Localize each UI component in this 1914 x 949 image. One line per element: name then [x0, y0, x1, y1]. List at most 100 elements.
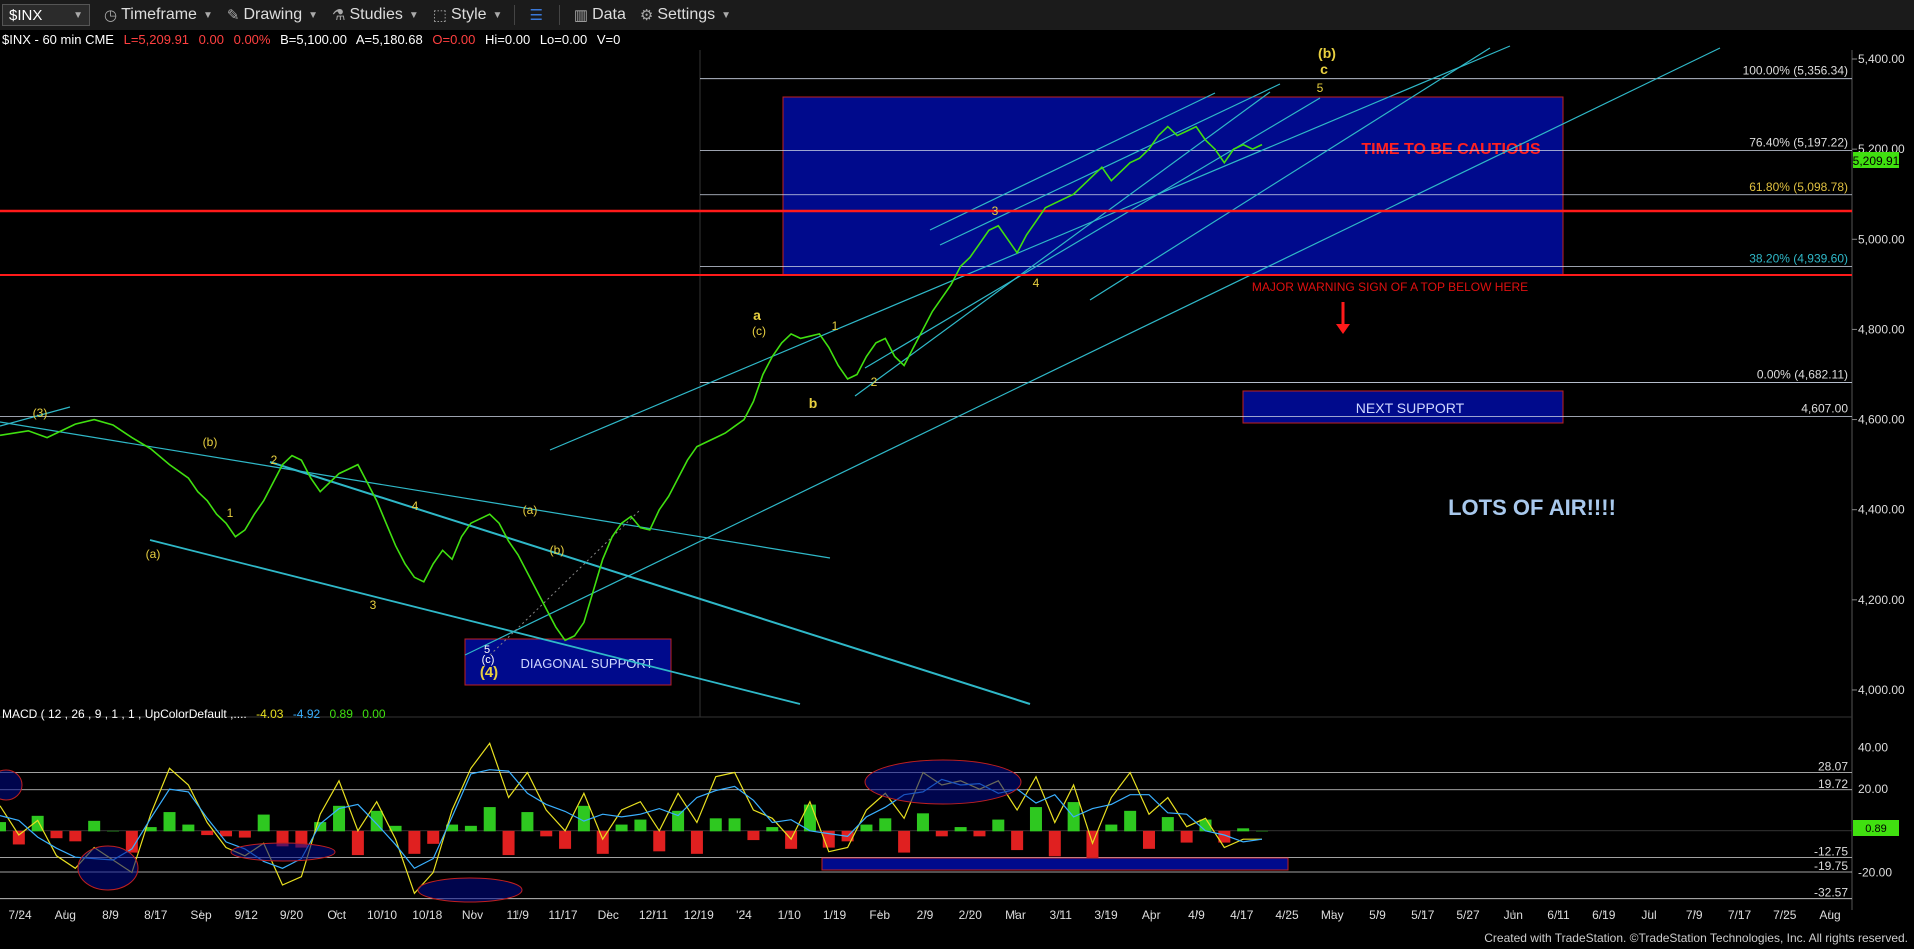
lo-label: Lo=0.00	[540, 32, 587, 47]
macd-histogram-bar	[559, 830, 572, 849]
macd-support-box	[821, 857, 1289, 871]
x-tick-label: 10/18	[412, 908, 442, 922]
wave-label: a	[753, 307, 761, 323]
svg-text:$INX - 60 min CME L=5,209: $INX - 60 min CME L=5,209.91 0.00 0.00% …	[2, 32, 620, 47]
toolbar: $INX ▼ ◷ Timeframe ▼ ✎ Drawing ▼ ⚗ Studi…	[0, 0, 1914, 31]
drawing-label: Drawing	[243, 6, 303, 23]
macd-histogram-bar	[1048, 830, 1061, 857]
macd-ellipse	[77, 845, 139, 891]
x-tick-label: 5/9	[1369, 908, 1386, 922]
x-tick-label: 3/11	[1050, 908, 1073, 922]
x-tick-label: 7/17	[1728, 908, 1752, 922]
macd-histogram-bar	[879, 818, 892, 832]
price-tick-label: 4,200.00	[1858, 593, 1905, 607]
x-tick-label: 6/19	[1592, 908, 1616, 922]
settings-label: Settings	[657, 6, 716, 23]
macd-histogram-bar	[860, 824, 873, 832]
toolbar-divider	[558, 5, 560, 25]
macd-histogram-bar	[107, 830, 120, 832]
ask-label: A=5,180.68	[356, 32, 423, 47]
flask-icon: ⚗	[332, 7, 346, 24]
macd-current-label: 0.89	[1865, 823, 1886, 835]
macd-histogram-bar	[502, 830, 515, 856]
chevron-down-icon: ▼	[308, 9, 319, 21]
drawing-menu[interactable]: ✎ Drawing ▼	[227, 6, 318, 24]
gear-icon: ⚙	[639, 7, 654, 24]
data-menu[interactable]: ▥ Data	[574, 6, 626, 24]
macd-histogram-bar	[596, 830, 609, 854]
layout-button[interactable]: ☰	[529, 6, 546, 24]
clock-icon: ◷	[104, 7, 118, 24]
x-tick-label: 12/11	[639, 908, 668, 922]
price-chart[interactable]: $INX - 60 min CME L=5,209.91 0.00 0.00% …	[0, 30, 1914, 949]
macd-level-label: 19.72	[1818, 777, 1848, 791]
timeframe-menu[interactable]: ◷ Timeframe ▼	[104, 6, 213, 24]
toolbar-divider	[514, 5, 516, 25]
macd-histogram-bar	[1142, 830, 1155, 849]
macd-histogram-bar	[935, 830, 948, 837]
macd-histogram-bar	[709, 818, 722, 832]
price-tick-label: 5,400.00	[1858, 52, 1905, 66]
x-tick-label: 9/20	[280, 908, 304, 922]
macd-histogram-bar	[1256, 830, 1268, 832]
caution-box-label: TIME TO BE CAUTIOUS	[1361, 141, 1541, 158]
macd-histogram-bar	[1180, 830, 1193, 843]
macd-histogram-bar	[954, 827, 967, 832]
x-tick-label: Feb	[869, 908, 890, 922]
open-label: O=0.00	[432, 32, 475, 47]
symbol-text: $INX	[9, 6, 43, 24]
timeframe-label: Timeframe	[121, 6, 197, 23]
macd-histogram-bar	[747, 830, 760, 841]
settings-menu[interactable]: ⚙ Settings ▼	[640, 6, 731, 24]
fib-level-label: 0.00% (4,682.11)	[1757, 368, 1848, 382]
macd-histogram-bar	[690, 830, 703, 854]
x-tick-label: Nov	[462, 908, 483, 922]
x-tick-label: '24	[736, 908, 752, 922]
wave-label: 4	[412, 499, 419, 513]
fib-level-label: 38.20% (4,939.60)	[1749, 252, 1848, 266]
macd-histogram-bar	[427, 830, 440, 844]
macd-histogram-bar	[540, 830, 553, 837]
symbol-input[interactable]: $INX ▼	[2, 4, 90, 26]
x-tick-label: 4/25	[1275, 908, 1299, 922]
wave-label: (b)	[203, 435, 218, 449]
macd-histogram-bar	[351, 830, 364, 856]
chart-symbol-label: $INX - 60 min CME	[2, 32, 114, 47]
macd-level-label: -19.75	[1814, 859, 1848, 873]
current-price-label: 5,209.91	[1853, 154, 1900, 168]
studies-menu[interactable]: ⚗ Studies ▼	[332, 6, 419, 24]
macd-histogram-bar	[408, 830, 421, 854]
macd-histogram-bar	[973, 830, 986, 837]
chevron-down-icon: ▼	[721, 9, 732, 21]
macd-histogram-bar	[483, 807, 496, 832]
x-tick-label: 8/9	[102, 908, 119, 922]
fib-level-label: 4,607.00	[1801, 401, 1848, 415]
diagonal-support-label: DIAGONAL SUPPORT	[521, 656, 654, 671]
macd-histogram-bar	[50, 830, 63, 839]
wave-label: (c)	[752, 324, 766, 338]
macd-tick-label: -20.00	[1858, 866, 1892, 880]
style-icon: ⬚	[432, 7, 447, 24]
fib-level-label: 100.00% (5,356.34)	[1743, 64, 1848, 78]
x-tick-label: 1/10	[778, 908, 802, 922]
macd-histogram-bar	[1124, 810, 1137, 832]
wave-label: 3	[370, 598, 377, 612]
macd-histogram-bar	[163, 812, 176, 832]
price-tick-label: 5,000.00	[1858, 232, 1905, 246]
x-tick-label: 4/9	[1188, 908, 1205, 922]
wave-label: b	[809, 395, 818, 411]
price-tick-label: 4,000.00	[1858, 683, 1905, 697]
x-tick-label: Aug	[1819, 908, 1840, 922]
macd-level-label: -32.57	[1814, 886, 1848, 900]
bid-label: B=5,100.00	[280, 32, 347, 47]
pencil-icon: ✎	[226, 7, 240, 24]
macd-histogram-bar	[0, 822, 6, 832]
macd-histogram-bar	[69, 830, 82, 842]
chevron-down-icon: ▼	[202, 9, 213, 21]
macd-histogram-bar	[898, 830, 911, 853]
style-menu[interactable]: ⬚ Style ▼	[433, 6, 503, 24]
x-tick-label: Jul	[1641, 908, 1656, 922]
x-tick-label: 5/17	[1411, 908, 1435, 922]
macd-histogram-bar	[220, 830, 233, 837]
x-tick-label: 12/19	[684, 908, 714, 922]
